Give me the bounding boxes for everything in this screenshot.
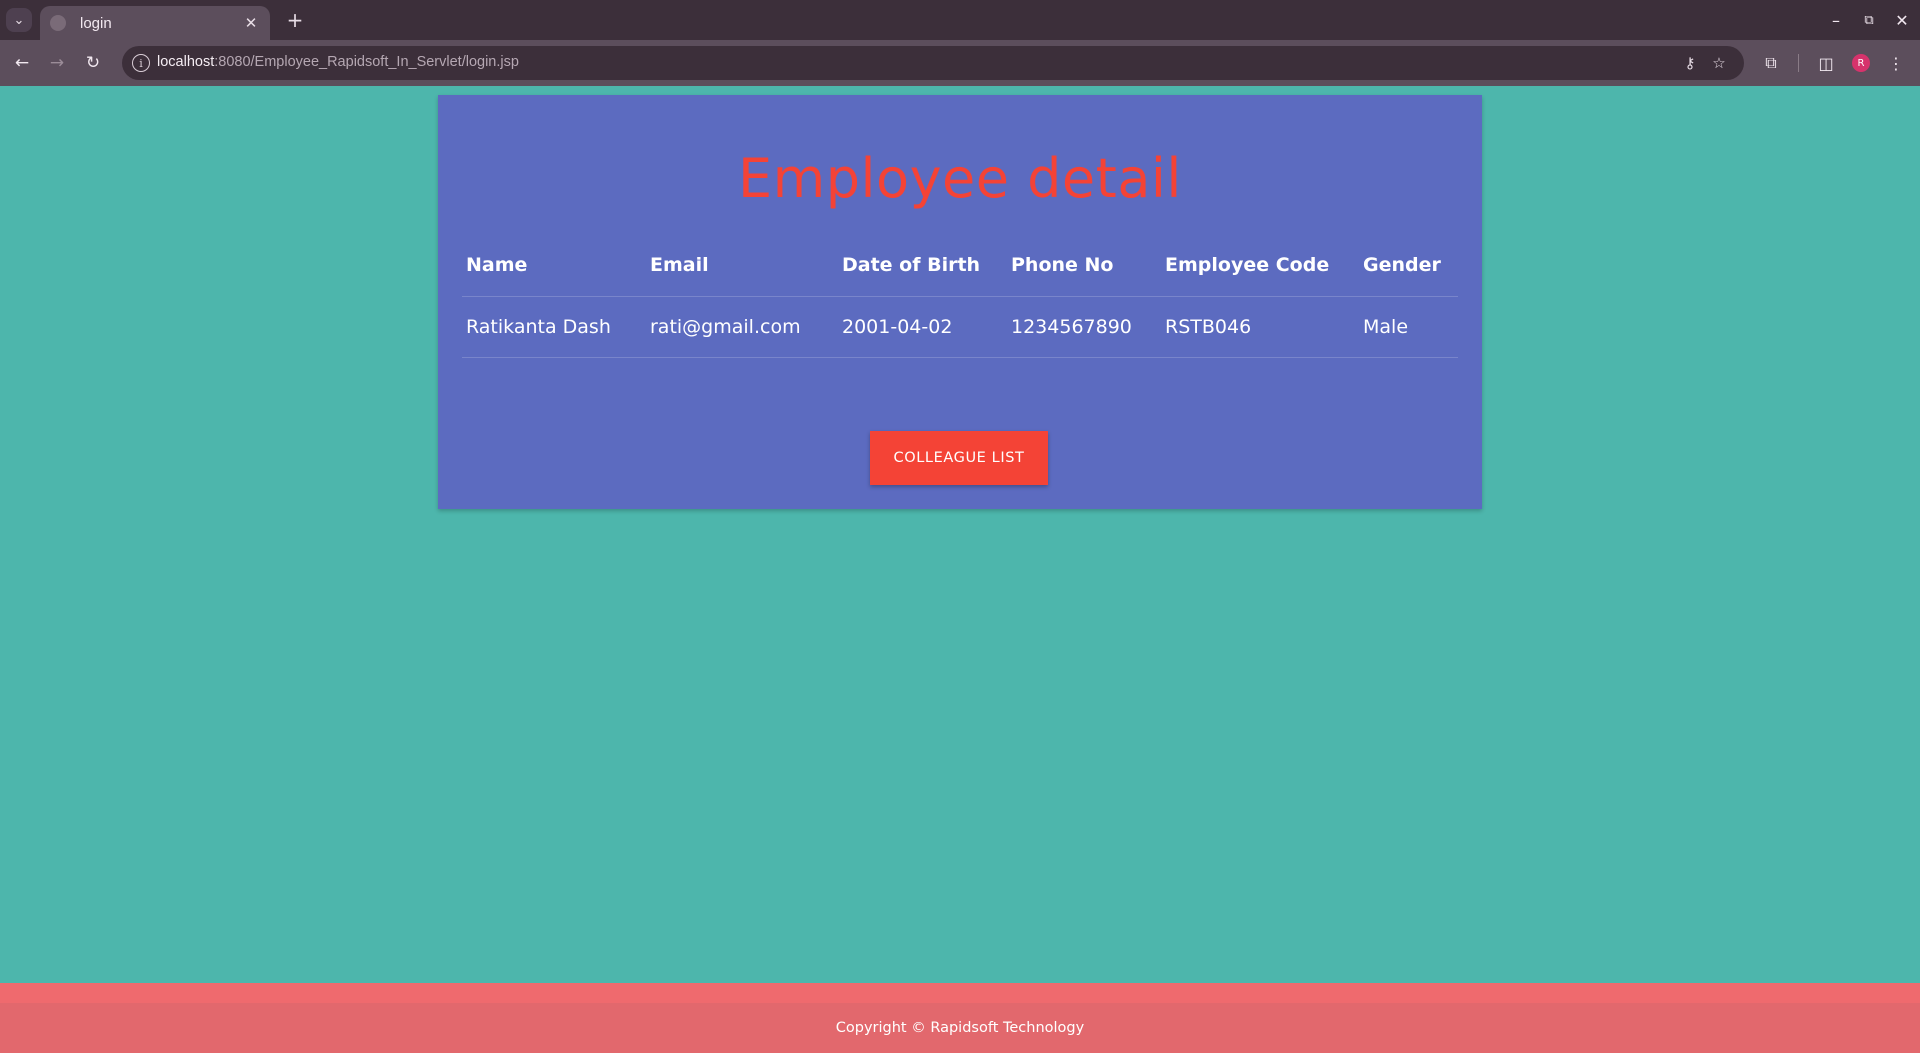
table-header-row: Name Email Date of Birth Phone No Employ…: [462, 235, 1458, 297]
footer: Copyright © Rapidsoft Technology: [0, 1003, 1920, 1053]
avatar[interactable]: R: [1852, 54, 1870, 72]
header-email: Email: [646, 235, 838, 297]
table-row: Ratikanta Dash rati@gmail.com 2001-04-02…: [462, 296, 1458, 358]
plus-icon[interactable]: +: [282, 7, 308, 33]
employee-table: Name Email Date of Birth Phone No Employ…: [462, 235, 1458, 358]
restore-icon[interactable]: ⧉: [1855, 6, 1883, 34]
header-employee-code: Employee Code: [1161, 235, 1359, 297]
arrow-right-icon[interactable]: →: [43, 49, 71, 77]
header-name: Name: [462, 235, 646, 297]
cell-phone-no: 1234567890: [1007, 296, 1161, 358]
side-panel-icon[interactable]: ◫: [1812, 49, 1840, 77]
toolbar-divider: [1798, 54, 1799, 72]
url-text[interactable]: localhost:8080/Employee_Rapidsoft_In_Ser…: [157, 54, 519, 70]
address-bar[interactable]: i localhost:8080/Employee_Rapidsoft_In_S…: [122, 46, 1744, 80]
browser-tab[interactable]: login ✕: [40, 6, 270, 40]
cell-date-of-birth: 2001-04-02: [838, 296, 1007, 358]
puzzle-icon[interactable]: ⧉: [1757, 49, 1785, 77]
employee-card: Employee detail Name Email Date of Birth…: [438, 95, 1482, 509]
colleague-list-button[interactable]: COLLEAGUE LIST: [870, 431, 1048, 485]
globe-icon: [50, 15, 66, 31]
chevron-down-icon[interactable]: ⌄: [6, 8, 32, 32]
page-title: Employee detail: [738, 147, 1182, 210]
header-gender: Gender: [1359, 235, 1458, 297]
header-phone-no: Phone No: [1007, 235, 1161, 297]
reload-icon[interactable]: ↻: [79, 49, 107, 77]
browser-tab-bar: ⌄ login ✕ + – ⧉ ✕: [0, 0, 1920, 40]
browser-toolbar: ← → ↻ i localhost:8080/Employee_Rapidsof…: [0, 40, 1920, 86]
close-window-icon[interactable]: ✕: [1888, 6, 1916, 34]
star-icon[interactable]: ☆: [1708, 52, 1730, 74]
cell-gender: Male: [1359, 296, 1458, 358]
key-icon[interactable]: ⚷: [1679, 52, 1701, 74]
kebab-menu-icon[interactable]: ⋮: [1882, 49, 1910, 77]
close-icon[interactable]: ✕: [242, 14, 260, 32]
minimize-icon[interactable]: –: [1822, 6, 1850, 34]
cell-employee-code: RSTB046: [1161, 296, 1359, 358]
header-date-of-birth: Date of Birth: [838, 235, 1007, 297]
tab-title: login: [80, 14, 112, 32]
copyright-text: Copyright © Rapidsoft Technology: [835, 1020, 1085, 1036]
arrow-left-icon[interactable]: ←: [8, 49, 36, 77]
footer-divider: [0, 983, 1920, 1003]
cell-name: Ratikanta Dash: [462, 296, 646, 358]
info-icon[interactable]: i: [132, 54, 150, 72]
cell-email: rati@gmail.com: [646, 296, 838, 358]
